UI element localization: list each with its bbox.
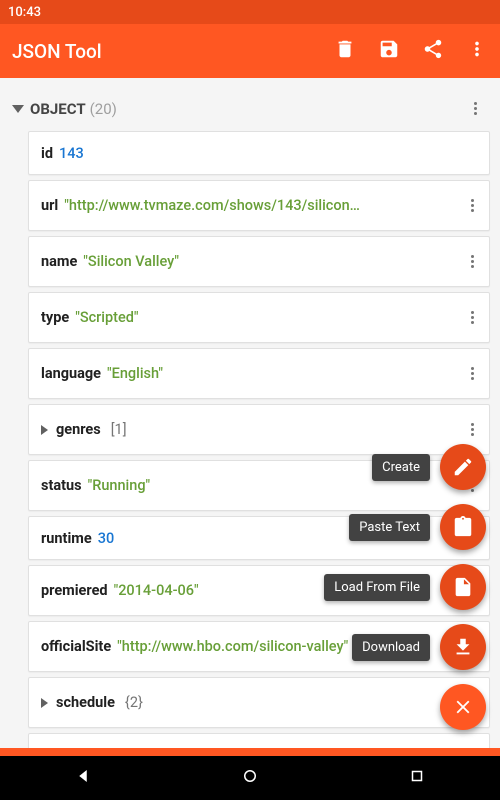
row-menu-button[interactable]: [463, 361, 481, 386]
app-title: JSON Tool: [12, 40, 334, 63]
recent-icon: [408, 767, 426, 785]
json-value: "http://www.hbo.com/silicon-valley": [117, 638, 348, 655]
json-key: name: [41, 253, 77, 270]
json-value: 143: [59, 145, 84, 162]
root-menu-button[interactable]: [466, 96, 484, 121]
close-icon: [452, 696, 474, 718]
chevron-right-icon: [41, 425, 48, 435]
json-key: url: [41, 197, 58, 214]
chevron-right-icon: [41, 698, 48, 708]
json-row-rating[interactable]: rating{1}: [28, 733, 490, 748]
row-menu-button[interactable]: [463, 193, 481, 218]
status-bar: 10:43: [0, 0, 500, 24]
share-icon: [422, 38, 444, 60]
save-icon: [378, 38, 400, 60]
fab-label: Load From File: [324, 574, 430, 601]
nav-home[interactable]: [241, 767, 259, 789]
android-nav-bar: [0, 756, 500, 800]
save-button[interactable]: [378, 38, 400, 64]
download-icon: [452, 636, 474, 658]
trash-icon: [334, 38, 356, 60]
json-key: type: [41, 309, 69, 326]
delete-button[interactable]: [334, 38, 356, 64]
row-menu-button[interactable]: [463, 249, 481, 274]
nav-back[interactable]: [74, 767, 92, 789]
status-time: 10:43: [8, 5, 41, 20]
json-value: "English": [107, 365, 163, 382]
fab-load-file[interactable]: Load From File: [324, 564, 486, 610]
json-key: status: [41, 477, 82, 494]
json-value: "http://www.tvmaze.com/shows/143/silicon…: [64, 197, 364, 214]
chevron-down-icon: [12, 105, 24, 113]
json-value: "2014-04-06": [114, 582, 199, 599]
nav-recent[interactable]: [408, 767, 426, 789]
fab-paste[interactable]: Paste Text: [349, 504, 486, 550]
root-node[interactable]: OBJECT (20): [10, 86, 490, 131]
row-menu-button[interactable]: [463, 417, 481, 442]
fab-close[interactable]: [440, 684, 486, 730]
root-count: (20): [90, 100, 117, 118]
bottom-accent-bar: [0, 748, 500, 756]
json-row-language[interactable]: language "English": [28, 348, 490, 399]
json-key: runtime: [41, 530, 92, 547]
json-key: premiered: [41, 582, 108, 599]
fab-create[interactable]: Create: [372, 444, 486, 490]
json-key: id: [41, 145, 53, 162]
fab-menu: Create Paste Text Load From File Downloa…: [324, 444, 486, 730]
clipboard-icon: [452, 516, 474, 538]
row-menu-button[interactable]: [463, 305, 481, 330]
json-value: 30: [98, 530, 114, 547]
json-value: "Scripted": [75, 309, 138, 326]
json-value: "Running": [88, 477, 151, 494]
json-key: schedule: [56, 694, 115, 711]
root-label: OBJECT: [30, 100, 86, 118]
home-icon: [241, 767, 259, 785]
edit-icon: [452, 456, 474, 478]
back-icon: [74, 767, 92, 785]
json-value: "Silicon Valley": [83, 253, 179, 270]
app-bar: JSON Tool: [0, 24, 500, 78]
json-row-type[interactable]: type "Scripted": [28, 292, 490, 343]
fab-label: Paste Text: [349, 514, 430, 541]
more-vert-icon: [466, 38, 488, 60]
json-key: officialSite: [41, 638, 111, 655]
json-row-url[interactable]: url "http://www.tvmaze.com/shows/143/sili…: [28, 180, 490, 231]
fab-download[interactable]: Download: [352, 624, 486, 670]
json-key: language: [41, 365, 101, 382]
json-row-id[interactable]: id 143: [28, 131, 490, 175]
json-key: genres: [56, 421, 101, 438]
json-child-count: {2}: [125, 694, 143, 711]
share-button[interactable]: [422, 38, 444, 64]
file-icon: [452, 576, 474, 598]
json-row-name[interactable]: name "Silicon Valley": [28, 236, 490, 287]
fab-label: Create: [372, 454, 430, 481]
fab-label: Download: [352, 634, 430, 661]
overflow-button[interactable]: [466, 38, 488, 64]
json-child-count: [1]: [111, 421, 127, 438]
